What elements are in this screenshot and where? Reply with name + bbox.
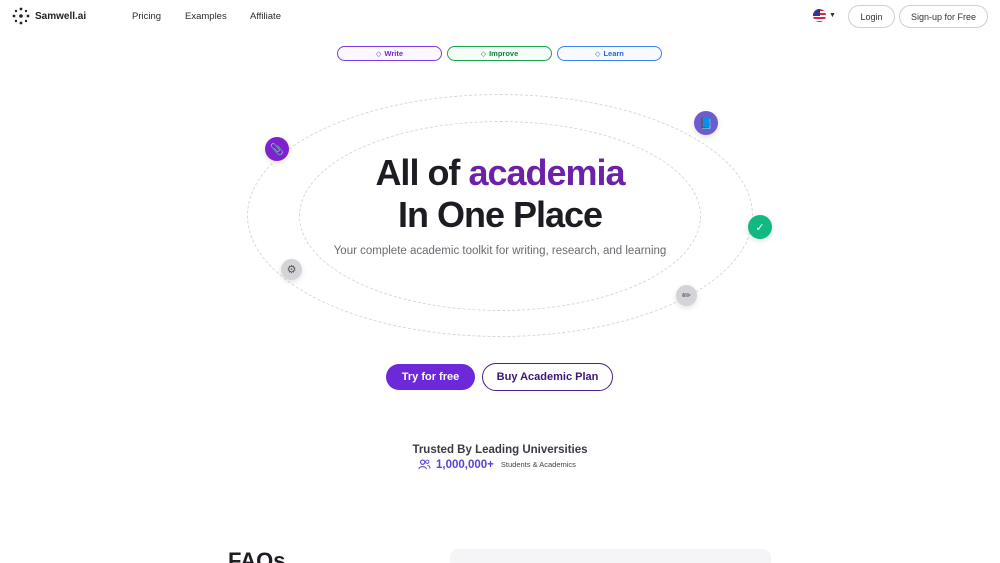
tab-improve[interactable]: ◇ Improve	[447, 46, 552, 61]
hero-title-line2: In One Place	[397, 194, 603, 235]
hero-title-prefix: All of	[375, 152, 460, 193]
nav-link-pricing[interactable]: Pricing	[132, 11, 161, 22]
trust-title: Trusted By Leading Universities	[412, 444, 588, 456]
tab-learn[interactable]: ◇ Learn	[557, 46, 662, 61]
top-navigation: Samwell.ai Pricing Examples Affiliate ▼ …	[0, 0, 1000, 34]
tab-improve-label: Improve	[489, 49, 519, 58]
diamond-icon: ◇	[375, 50, 382, 58]
nav-link-affiliate[interactable]: Affiliate	[250, 11, 281, 22]
tab-write-label: Write	[384, 49, 403, 58]
tab-learn-label: Learn	[603, 49, 624, 58]
tab-write[interactable]: ◇ Write	[337, 46, 442, 61]
diamond-icon: ◇	[480, 50, 487, 58]
faq-heading: FAQs	[228, 548, 286, 563]
hero-title-line1: All of academia	[0, 152, 1000, 194]
trust-count: 1,000,000+	[436, 458, 494, 471]
brand-logo[interactable]: Samwell.ai	[12, 7, 86, 25]
pencil-icon: ✏	[676, 285, 697, 306]
language-selector[interactable]: ▼	[813, 9, 836, 22]
signup-button[interactable]: Sign-up for Free	[899, 5, 988, 28]
buy-academic-plan-button[interactable]: Buy Academic Plan	[482, 363, 613, 391]
logo-icon	[12, 7, 30, 25]
settings-icon: ⚙	[281, 259, 302, 280]
hero-title-accent: academia	[468, 152, 625, 193]
us-flag-icon	[813, 9, 826, 22]
trust-label: Students & Academics	[500, 460, 576, 469]
nav-link-examples[interactable]: Examples	[185, 11, 227, 22]
try-for-free-button[interactable]: Try for free	[386, 364, 475, 390]
users-icon	[418, 459, 431, 470]
trust-stats: 1,000,000+ Students & Academics	[418, 458, 576, 471]
faq-item[interactable]	[450, 549, 771, 563]
diamond-icon: ◇	[595, 50, 601, 58]
hero-subtitle: Your complete academic toolkit for writi…	[333, 245, 667, 257]
book-icon: 📘	[694, 111, 718, 135]
brand-name: Samwell.ai	[35, 10, 87, 22]
login-button[interactable]: Login	[848, 5, 895, 28]
chevron-down-icon: ▼	[829, 12, 836, 19]
